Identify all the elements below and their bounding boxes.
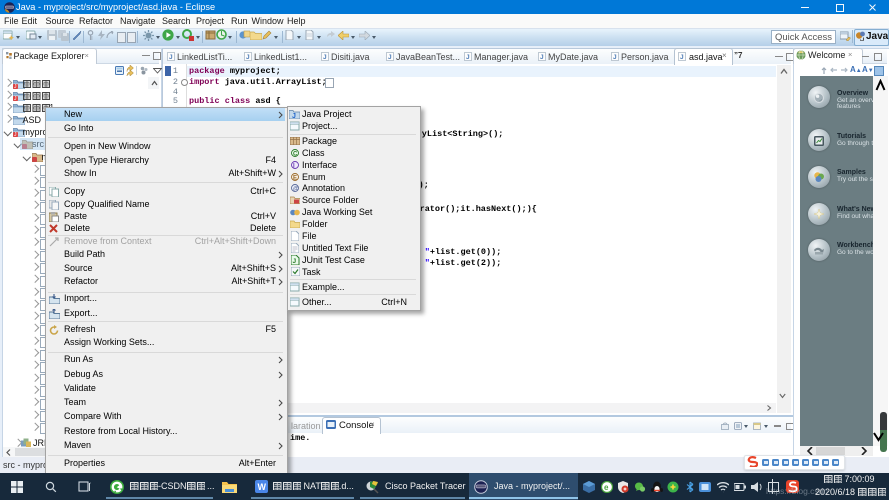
svg-text:J: J — [613, 54, 617, 61]
svg-text:J: J — [293, 258, 297, 265]
svg-text:W: W — [258, 482, 267, 492]
svg-text:J: J — [246, 54, 250, 61]
svg-text:J: J — [292, 113, 296, 119]
svg-text:J: J — [466, 54, 470, 61]
svg-text:C: C — [293, 151, 298, 157]
svg-text:J: J — [323, 54, 327, 61]
svg-text:J: J — [680, 54, 684, 61]
svg-text:J: J — [169, 54, 173, 61]
svg-text:J: J — [540, 54, 544, 61]
svg-text:E: E — [293, 175, 297, 181]
svg-text:e: e — [604, 483, 609, 492]
svg-text:@: @ — [293, 187, 299, 193]
svg-text:J: J — [388, 54, 392, 61]
